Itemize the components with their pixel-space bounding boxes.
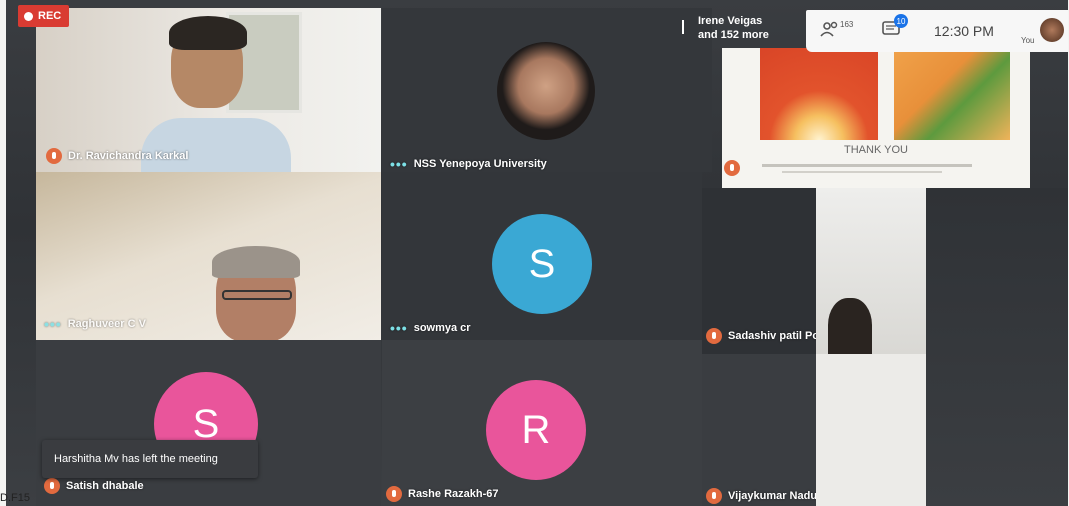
participant-name: Rashe Razakh-67 bbox=[408, 488, 499, 500]
participants-overlay-text: Irene Veigas and 152 more bbox=[698, 15, 769, 41]
participant-hair bbox=[212, 246, 300, 278]
self-avatar[interactable] bbox=[1040, 18, 1064, 42]
video-tile-room bbox=[816, 188, 926, 354]
mic-off-icon bbox=[706, 488, 722, 504]
presentation-tile[interactable]: THANK YOU bbox=[722, 48, 1030, 188]
participant-hair bbox=[169, 16, 247, 50]
slide-footer-line bbox=[762, 164, 972, 167]
record-dot-icon bbox=[24, 11, 33, 21]
profile-photo bbox=[497, 42, 595, 140]
mic-off-icon bbox=[386, 486, 402, 502]
clock-time: 12:30 PM bbox=[934, 23, 994, 39]
video-tile-dark bbox=[926, 188, 1068, 506]
self-label: You bbox=[1021, 36, 1035, 45]
left-meeting-notification: Harshitha Mv has left the meeting bbox=[42, 440, 258, 478]
participant-name-tag: ••• Raghuveer C V bbox=[44, 316, 146, 332]
chat-button[interactable]: 10 bbox=[882, 14, 908, 41]
participant-name: Raghuveer C V bbox=[67, 318, 146, 330]
participant-name: Sadashiv patil Pol bbox=[728, 330, 822, 342]
top-toolbar: 163 10 12:30 PM You bbox=[806, 10, 1068, 52]
audio-level-icon: ••• bbox=[390, 156, 408, 172]
video-tile-raghuveer[interactable]: ••• Raghuveer C V bbox=[36, 172, 381, 340]
slide-footer-line bbox=[782, 171, 942, 173]
mic-off-icon bbox=[724, 160, 740, 176]
participant-name: Dr. Ravichandra Karkal bbox=[68, 150, 189, 162]
video-tile-sowmya[interactable]: S ••• sowmya cr bbox=[382, 172, 702, 340]
video-tile-bright bbox=[816, 354, 926, 506]
video-tile-nss[interactable]: ••• NSS Yenepoya University bbox=[382, 8, 712, 172]
video-tile-satish[interactable]: S Satish dhabale bbox=[36, 340, 381, 506]
meeting-window: Dr. Ravichandra Karkal ••• NSS Yenepoya … bbox=[6, 0, 1068, 506]
person-silhouette bbox=[828, 298, 872, 354]
participant-name-tag: Rashe Razakh-67 bbox=[386, 486, 499, 502]
participant-glasses bbox=[222, 290, 292, 300]
slide-caption: THANK YOU bbox=[844, 144, 908, 156]
participants-button[interactable]: 163 bbox=[820, 20, 853, 38]
slide-image-plants bbox=[894, 48, 1010, 140]
mic-off-icon bbox=[44, 478, 60, 494]
participant-name-tag: Vijaykumar Nadu bbox=[706, 488, 816, 504]
participant-name: sowmya cr bbox=[413, 322, 471, 334]
recording-badge: REC bbox=[18, 5, 70, 27]
video-tile-sadashiv[interactable]: Sadashiv patil Pol bbox=[702, 188, 822, 354]
participant-name: NSS Yenepoya University bbox=[413, 158, 547, 170]
mic-off-icon bbox=[706, 328, 722, 344]
participant-name-tag: Sadashiv patil Pol bbox=[706, 328, 822, 344]
audio-level-icon: ••• bbox=[390, 320, 408, 336]
participant-name: Vijaykumar Nadu bbox=[728, 490, 816, 502]
video-tile-vijaykumar[interactable]: Vijaykumar Nadu bbox=[702, 354, 816, 506]
participant-name-tag: ••• NSS Yenepoya University bbox=[390, 156, 547, 172]
participants-count: 163 bbox=[840, 20, 854, 29]
chat-count-badge: 10 bbox=[894, 14, 908, 28]
mic-off-icon bbox=[46, 148, 62, 164]
video-tile-ravichandra[interactable]: Dr. Ravichandra Karkal bbox=[36, 8, 381, 172]
slide-image-sun bbox=[760, 48, 878, 140]
avatar: S bbox=[492, 214, 592, 314]
avatar: R bbox=[486, 380, 586, 480]
participant-name-tag: Satish dhabale bbox=[44, 478, 144, 494]
video-tile-rashe[interactable]: R Rashe Razakh-67 bbox=[382, 340, 702, 506]
notification-text: Harshitha Mv has left the meeting bbox=[54, 453, 218, 465]
overlay-divider bbox=[682, 20, 684, 34]
participant-name: Satish dhabale bbox=[66, 480, 144, 492]
audio-level-icon: ••• bbox=[44, 316, 62, 332]
corner-text: D.F15 bbox=[0, 492, 30, 504]
participant-name-tag: ••• sowmya cr bbox=[390, 320, 471, 336]
recording-label: REC bbox=[38, 10, 62, 22]
people-icon bbox=[820, 21, 838, 37]
participant-name-tag: Dr. Ravichandra Karkal bbox=[46, 148, 188, 164]
